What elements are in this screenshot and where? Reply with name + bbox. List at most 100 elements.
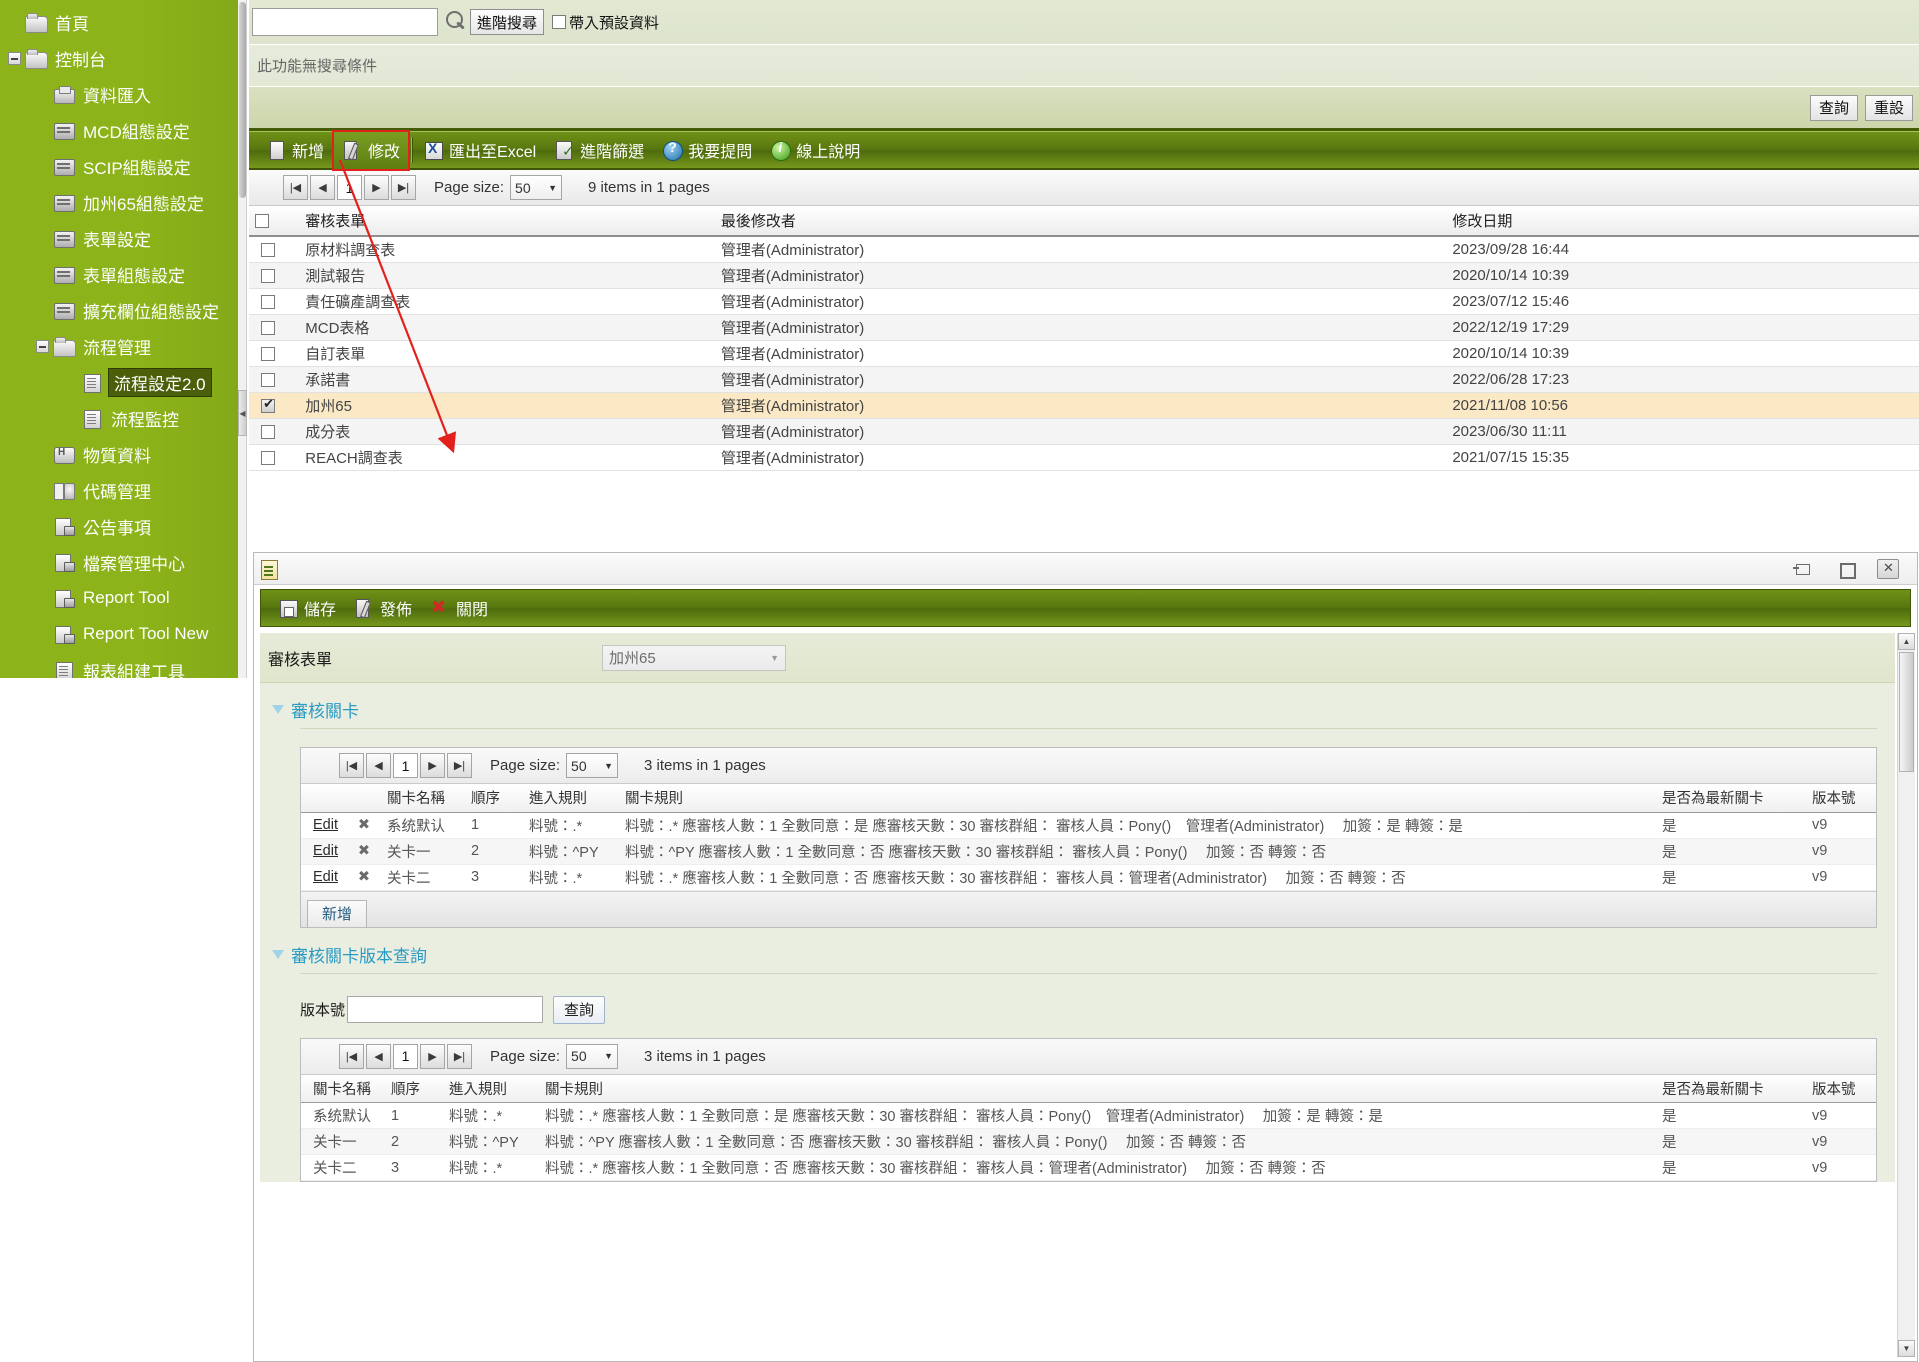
- gate-add-button[interactable]: 新增: [307, 899, 368, 927]
- version-table-row[interactable]: 关卡二 3 料號：.* 料號：.* 應審核人數：1 全數同意：否 應審核天數：30 審…: [301, 1154, 1876, 1181]
- gate-page-size-select[interactable]: 50 ▼: [566, 753, 619, 778]
- gate-section-header[interactable]: 審核關卡: [260, 683, 1895, 726]
- row-select-cell[interactable]: [249, 444, 288, 471]
- default-data-checkbox[interactable]: [552, 15, 567, 29]
- row-checkbox[interactable]: [261, 242, 276, 257]
- version-col-version[interactable]: 版本號: [1806, 1074, 1876, 1103]
- version-col-order[interactable]: 順序: [385, 1074, 443, 1103]
- toolbar-button-進階篩選[interactable]: 進階篩選: [545, 133, 653, 168]
- row-checkbox[interactable]: [261, 424, 276, 439]
- row-select-cell[interactable]: [249, 314, 288, 341]
- sidebar-item-2[interactable]: 資料匯入: [0, 76, 238, 112]
- gate-col-is-latest[interactable]: 是否為最新關卡: [1656, 784, 1806, 813]
- sidebar-item-7[interactable]: 表單組態設定: [0, 256, 238, 292]
- dialog-button-關閉[interactable]: 關閉: [421, 591, 497, 626]
- version-table-row[interactable]: 系统默认 1 料號：.* 料號：.* 應審核人數：1 全數同意：是 應審核天數：30 …: [301, 1102, 1876, 1129]
- version-pager-prev-button[interactable]: ◀: [366, 1043, 391, 1069]
- sidebar-scrollbar-thumb[interactable]: [239, 2, 246, 198]
- gate-col-gate-rule[interactable]: 關卡規則: [619, 784, 1656, 813]
- table-row[interactable]: 測試報告 管理者(Administrator) 2020/10/14 10:39: [249, 262, 1919, 289]
- pin-icon[interactable]: [1793, 560, 1815, 578]
- sidebar-item-1[interactable]: 控制台: [0, 40, 238, 76]
- delete-icon[interactable]: ✖: [358, 843, 370, 859]
- row-select-cell[interactable]: [249, 288, 288, 315]
- column-header-form-name[interactable]: 審核表單: [287, 206, 715, 237]
- dialog-scrollbar-thumb[interactable]: [1899, 652, 1914, 772]
- row-checkbox[interactable]: [261, 268, 276, 283]
- select-all-checkbox[interactable]: [255, 214, 269, 229]
- version-page-size-select[interactable]: 50 ▼: [566, 1043, 619, 1069]
- table-row[interactable]: 成分表 管理者(Administrator) 2023/06/30 11:11: [249, 418, 1919, 445]
- gate-pager-last-button[interactable]: ▶|: [447, 753, 472, 778]
- gate-pager-current-page[interactable]: 1: [393, 753, 418, 778]
- version-pager-last-button[interactable]: ▶|: [447, 1043, 472, 1069]
- gate-edit-cell[interactable]: Edit: [301, 864, 347, 891]
- toolbar-button-新增[interactable]: 新增: [257, 133, 333, 168]
- gate-col-name[interactable]: 關卡名稱: [381, 784, 465, 813]
- dialog-scrollbar[interactable]: ▲ ▼: [1897, 633, 1915, 1357]
- version-query-button[interactable]: 查詢: [553, 995, 606, 1024]
- column-header-modify-date[interactable]: 修改日期: [1446, 206, 1919, 237]
- dialog-button-儲存[interactable]: 儲存: [269, 591, 345, 626]
- version-section-header[interactable]: 審核關卡版本查詢: [260, 927, 1895, 971]
- row-select-cell[interactable]: [249, 418, 288, 445]
- pager-first-button[interactable]: |◀: [283, 175, 308, 200]
- toolbar-button-匯出至Excel[interactable]: 匯出至Excel: [414, 133, 545, 168]
- table-row[interactable]: 原材料調查表 管理者(Administrator) 2023/09/28 16:44: [249, 236, 1919, 263]
- sidebar-item-9[interactable]: 流程管理: [0, 328, 238, 364]
- collapse-toggle-icon[interactable]: [36, 339, 49, 353]
- version-col-gate-rule[interactable]: 關卡規則: [539, 1074, 1656, 1103]
- gate-delete-cell[interactable]: ✖: [347, 812, 381, 839]
- row-select-cell[interactable]: [249, 262, 288, 289]
- scroll-down-button[interactable]: ▼: [1898, 1340, 1915, 1357]
- sidebar-item-4[interactable]: SCIP組態設定: [0, 148, 238, 184]
- column-header-last-modifier[interactable]: 最後修改者: [714, 206, 1447, 237]
- row-checkbox[interactable]: [261, 372, 276, 387]
- version-pager-next-button[interactable]: ▶: [420, 1043, 445, 1069]
- gate-table-row[interactable]: Edit ✖ 关卡一 2 料號：^PY 料號：^PY 應審核人數：1 全數同意：否 應審核…: [301, 838, 1876, 865]
- gate-col-order[interactable]: 順序: [465, 784, 523, 813]
- version-col-is-latest[interactable]: 是否為最新關卡: [1656, 1074, 1806, 1103]
- row-select-cell[interactable]: [249, 236, 288, 263]
- table-row[interactable]: 責任礦產調查表 管理者(Administrator) 2023/07/12 15:4…: [249, 288, 1919, 315]
- sidebar-scrollbar[interactable]: [238, 0, 247, 678]
- toolbar-button-線上說明[interactable]: 線上說明: [761, 133, 869, 168]
- version-col-name[interactable]: 關卡名稱: [301, 1074, 385, 1103]
- sidebar-item-16[interactable]: Report Tool: [0, 580, 238, 616]
- select-all-header[interactable]: [249, 206, 288, 237]
- row-checkbox[interactable]: [261, 346, 276, 361]
- gate-pager-first-button[interactable]: |◀: [339, 753, 364, 778]
- sidebar-item-11[interactable]: 流程監控: [0, 400, 238, 436]
- sidebar-item-14[interactable]: 公告事項: [0, 508, 238, 544]
- row-checkbox[interactable]: [261, 450, 276, 465]
- sidebar-item-18[interactable]: 報表組建工具: [0, 652, 238, 678]
- gate-delete-cell[interactable]: ✖: [347, 864, 381, 891]
- sidebar-navigation-tree[interactable]: 首頁 控制台 資料匯入 MCD組態設定 SCIP組態設定 加州65組態設定 表單設定 表單組態…: [0, 0, 238, 678]
- pager-next-button[interactable]: ▶: [364, 175, 389, 200]
- dialog-button-發佈[interactable]: 發佈: [345, 591, 421, 626]
- row-checkbox[interactable]: [261, 396, 276, 413]
- gate-delete-cell[interactable]: ✖: [347, 838, 381, 865]
- gate-col-version[interactable]: 版本號: [1806, 784, 1876, 813]
- row-checkbox[interactable]: [261, 294, 276, 309]
- gate-edit-link[interactable]: Edit: [313, 869, 338, 885]
- delete-icon[interactable]: ✖: [358, 817, 370, 833]
- gate-edit-link[interactable]: Edit: [313, 843, 338, 859]
- sidebar-item-12[interactable]: 物質資料: [0, 436, 238, 472]
- gate-col-enter-rule[interactable]: 進入規則: [523, 784, 619, 813]
- review-form-select[interactable]: 加州65 ▼: [602, 644, 787, 671]
- table-row[interactable]: 自訂表單 管理者(Administrator) 2020/10/14 10:39: [249, 340, 1919, 367]
- sidebar-item-15[interactable]: 檔案管理中心: [0, 544, 238, 580]
- version-number-input[interactable]: [347, 996, 544, 1023]
- sidebar-item-3[interactable]: MCD組態設定: [0, 112, 238, 148]
- sidebar-item-13[interactable]: 代碼管理: [0, 472, 238, 508]
- table-row[interactable]: 加州65管理者(Administrator)2021/11/08 10:56: [249, 392, 1919, 419]
- row-checkbox[interactable]: [261, 320, 276, 335]
- sidebar-item-0[interactable]: 首頁: [0, 4, 238, 40]
- sidebar-item-8[interactable]: 擴充欄位組態設定: [0, 292, 238, 328]
- sidebar-item-6[interactable]: 表單設定: [0, 220, 238, 256]
- table-row[interactable]: MCD表格 管理者(Administrator) 2022/12/19 17:29: [249, 314, 1919, 341]
- collapse-toggle-icon[interactable]: [8, 51, 21, 65]
- row-select-cell[interactable]: [249, 340, 288, 367]
- gate-table-row[interactable]: Edit ✖ 关卡二 3 料號：.* 料號：.* 應審核人數：1 全數同意：否 應審核天數…: [301, 864, 1876, 891]
